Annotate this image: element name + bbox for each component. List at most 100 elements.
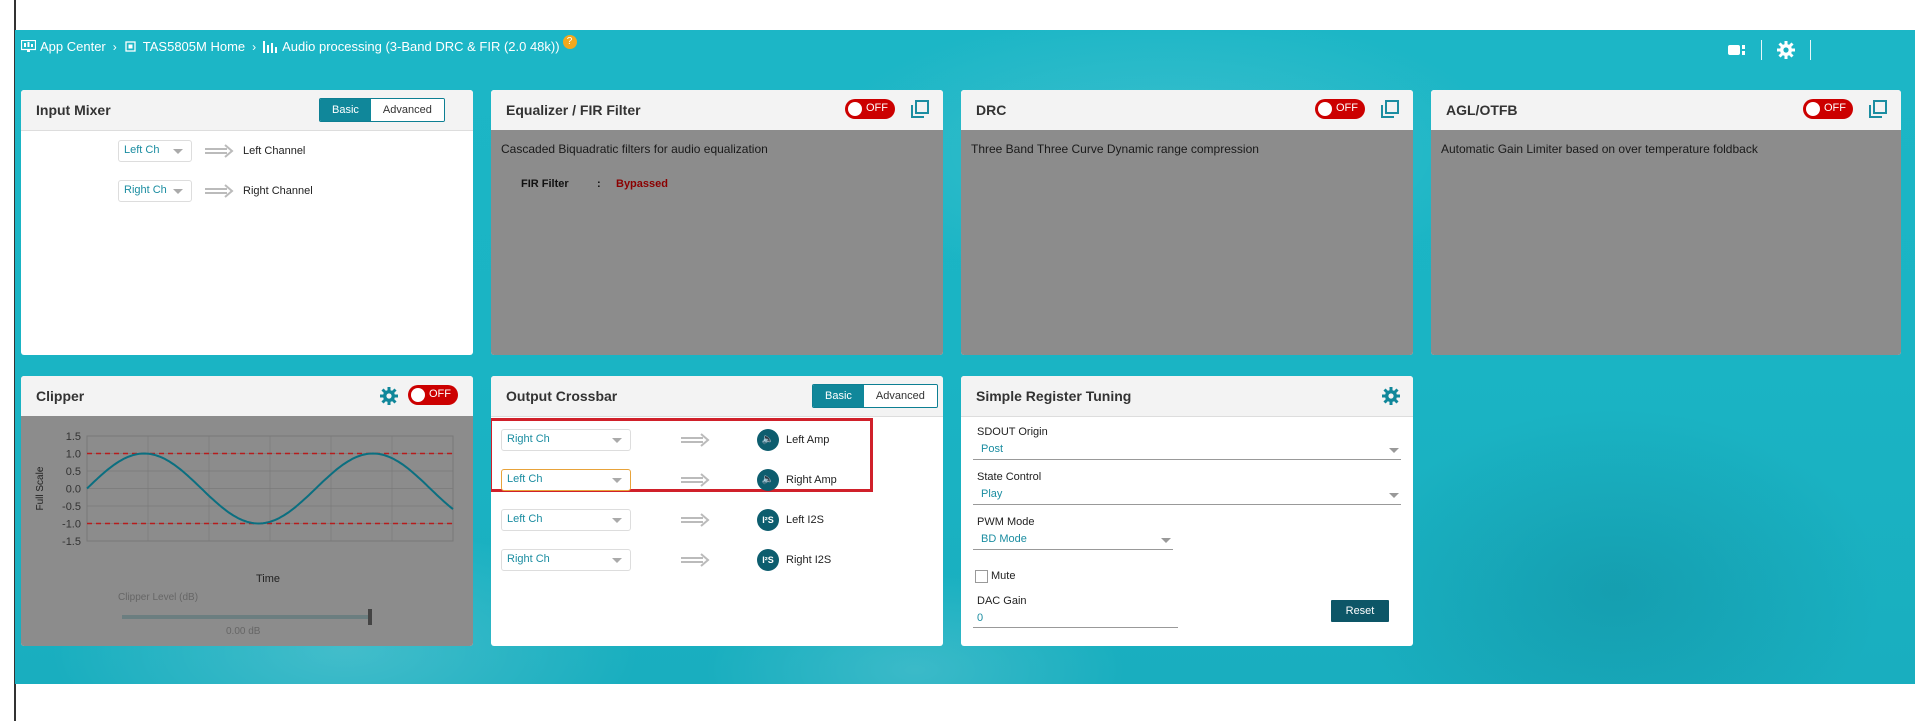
select-value: Right Ch — [507, 433, 550, 445]
clipper-level-track[interactable] — [122, 609, 372, 625]
chevron-down-icon — [612, 518, 622, 523]
crossbar-source-select[interactable]: Right Ch — [501, 429, 631, 451]
mute-label: Mute — [991, 570, 1016, 582]
fir-filter-label: FIR Filter — [521, 178, 569, 190]
mode-basic-button[interactable]: Basic — [813, 385, 864, 407]
popout-icon[interactable] — [1869, 100, 1887, 118]
reset-button[interactable]: Reset — [1331, 600, 1389, 622]
help-badge[interactable]: ? — [562, 34, 577, 49]
select-value: Left Ch — [507, 473, 543, 485]
output-label: Left Amp — [786, 434, 830, 446]
chevron-right-icon: › — [112, 39, 117, 54]
chevron-down-icon — [173, 149, 183, 154]
select-value: Right Ch — [124, 184, 167, 196]
toggle-knob — [848, 102, 862, 116]
card-title: Simple Register Tuning — [976, 388, 1132, 404]
chip-icon — [124, 40, 139, 53]
pwm-mode-select[interactable]: BD Mode — [981, 533, 1027, 545]
clipper-chart: 1.5 1.0 0.5 0.0 -0.5 -1.0 -1.5 Full Scale Time — [35, 431, 454, 585]
x-axis-label: Time — [256, 573, 280, 585]
chevron-down-icon — [1161, 538, 1171, 543]
clipper-level-handle[interactable] — [368, 609, 372, 625]
crossbar-source-select[interactable]: Left Ch — [501, 509, 631, 531]
chevron-down-icon — [1389, 448, 1399, 453]
source-select[interactable]: Left Ch — [118, 140, 192, 162]
speaker-icon: 🔈 — [757, 429, 779, 451]
select-value: Left Ch — [507, 513, 543, 525]
mode-advanced-button[interactable]: Advanced — [863, 385, 937, 407]
toggle-label: OFF — [1336, 102, 1358, 114]
card-title: DRC — [976, 102, 1007, 118]
y-axis-label: Full Scale — [35, 466, 46, 510]
mode-toggle: Basic Advanced — [812, 384, 938, 408]
arrow-right-icon — [681, 473, 710, 487]
sdout-origin-label: SDOUT Origin — [977, 426, 1048, 438]
card-title: Input Mixer — [36, 102, 111, 118]
y-tick-label: 0.0 — [66, 484, 81, 496]
card-header: Equalizer / FIR Filter OFF — [491, 90, 943, 131]
pwm-mode-underline — [973, 549, 1173, 550]
gear-icon[interactable] — [379, 386, 399, 406]
gear-icon[interactable] — [1776, 40, 1796, 60]
top-bar: App Center › TAS5805M Home › Audio proce… — [15, 30, 1915, 76]
crossbar-source-select[interactable]: Right Ch — [501, 549, 631, 571]
clipper-level-label: Clipper Level (dB) — [118, 592, 199, 603]
toggle-knob — [411, 388, 425, 402]
sdout-origin-select[interactable]: Post — [981, 443, 1003, 455]
bar-chart-icon — [263, 40, 278, 53]
breadcrumb-current-page: Audio processing (3-Band DRC & FIR (2.0 … — [282, 39, 560, 54]
arrow-right-icon — [681, 513, 710, 527]
output-crossbar-card: Output Crossbar Basic Advanced Right Ch … — [491, 376, 943, 646]
register-tuning-card: Simple Register Tuning SDOUT Origin Post… — [961, 376, 1413, 646]
monitor-icon — [20, 39, 37, 53]
toggle-label: OFF — [866, 102, 888, 114]
destination-label: Left Channel — [243, 145, 306, 157]
chevron-down-icon — [612, 438, 622, 443]
enable-toggle[interactable]: OFF — [845, 99, 895, 119]
crossbar-source-select[interactable]: Left Ch — [501, 469, 631, 491]
y-tick-label: 1.0 — [66, 449, 81, 461]
enable-toggle[interactable]: OFF — [408, 385, 458, 405]
popout-icon[interactable] — [1381, 100, 1399, 118]
card-body: Three Band Three Curve Dynamic range com… — [961, 130, 1413, 355]
gear-icon[interactable] — [1381, 386, 1401, 406]
y-tick-label: -1.5 — [62, 536, 81, 548]
speaker-icon: 🔈 — [757, 469, 779, 491]
select-value: Left Ch — [124, 144, 160, 156]
fir-filter-separator: : — [597, 178, 601, 190]
y-tick-label: -1.0 — [62, 519, 81, 531]
card-body: 1.5 1.0 0.5 0.0 -0.5 -1.0 -1.5 Full Scale Time C… — [21, 416, 473, 646]
dac-gain-input[interactable]: 0 — [977, 612, 983, 624]
chevron-right-icon: › — [252, 39, 257, 54]
mode-advanced-button[interactable]: Advanced — [370, 99, 444, 121]
pwm-mode-label: PWM Mode — [977, 516, 1035, 528]
drc-card: DRC OFF Three Band Three Curve Dynamic r… — [961, 90, 1413, 355]
popout-icon[interactable] — [911, 100, 929, 118]
card-header: Input Mixer Basic Advanced — [21, 90, 473, 131]
device-icon[interactable] — [1727, 42, 1747, 58]
app-window: App Center › TAS5805M Home › Audio proce… — [15, 30, 1915, 684]
chevron-down-icon — [612, 478, 622, 483]
card-header: Clipper OFF — [21, 376, 473, 417]
mode-basic-button[interactable]: Basic — [320, 99, 371, 121]
card-body: Automatic Gain Limiter based on over tem… — [1431, 130, 1901, 355]
i2s-icon: I²S — [757, 549, 779, 571]
card-header: DRC OFF — [961, 90, 1413, 131]
enable-toggle[interactable]: OFF — [1315, 99, 1365, 119]
card-title: Equalizer / FIR Filter — [506, 102, 641, 118]
chevron-down-icon — [1389, 493, 1399, 498]
breadcrumb-device-home[interactable]: TAS5805M Home — [143, 39, 245, 54]
toolbar-divider — [1761, 40, 1762, 60]
top-right-tools — [1727, 40, 1825, 60]
card-title: Clipper — [36, 388, 85, 404]
state-control-select[interactable]: Play — [981, 488, 1002, 500]
card-body: Cascaded Biquadratic filters for audio e… — [491, 130, 943, 355]
arrow-right-icon — [681, 433, 710, 447]
card-description: Three Band Three Curve Dynamic range com… — [971, 142, 1259, 156]
breadcrumb-app-center[interactable]: App Center — [40, 39, 106, 54]
arrow-right-icon — [681, 553, 710, 567]
mute-checkbox[interactable] — [975, 570, 988, 583]
source-select[interactable]: Right Ch — [118, 180, 192, 202]
breadcrumb: App Center › TAS5805M Home › Audio proce… — [20, 34, 577, 54]
enable-toggle[interactable]: OFF — [1803, 99, 1853, 119]
